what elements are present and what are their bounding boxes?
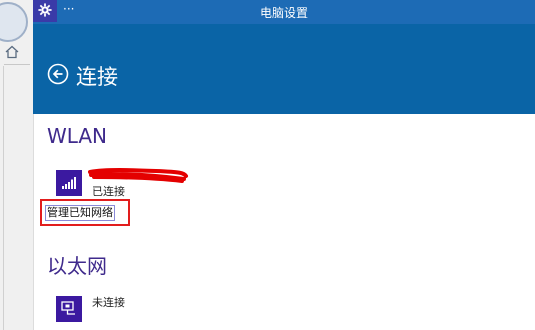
wlan-section-title: WLAN [47,124,108,148]
page-header: 连接 [33,24,535,114]
background-window-strip [0,0,34,330]
window-title: 电脑设置 [259,6,308,20]
wlan-network-tile[interactable] [56,170,82,196]
background-window-orb [0,2,28,42]
title-bar: ··· 电脑设置 [33,0,535,24]
divider [3,66,4,330]
ethernet-connection-status: 未连接 [92,296,125,309]
wlan-connection-status: 已连接 [92,185,125,198]
back-arrow-icon[interactable] [47,63,69,85]
ethernet-network-tile[interactable] [56,296,82,322]
manage-known-networks-link[interactable]: 管理已知网络 [45,205,115,221]
divider [4,64,30,65]
ethernet-icon [61,300,77,319]
home-icon[interactable] [5,44,21,60]
ethernet-section-title: 以太网 [47,254,107,278]
page-title: 连接 [76,65,118,89]
wifi-signal-icon [62,174,76,193]
